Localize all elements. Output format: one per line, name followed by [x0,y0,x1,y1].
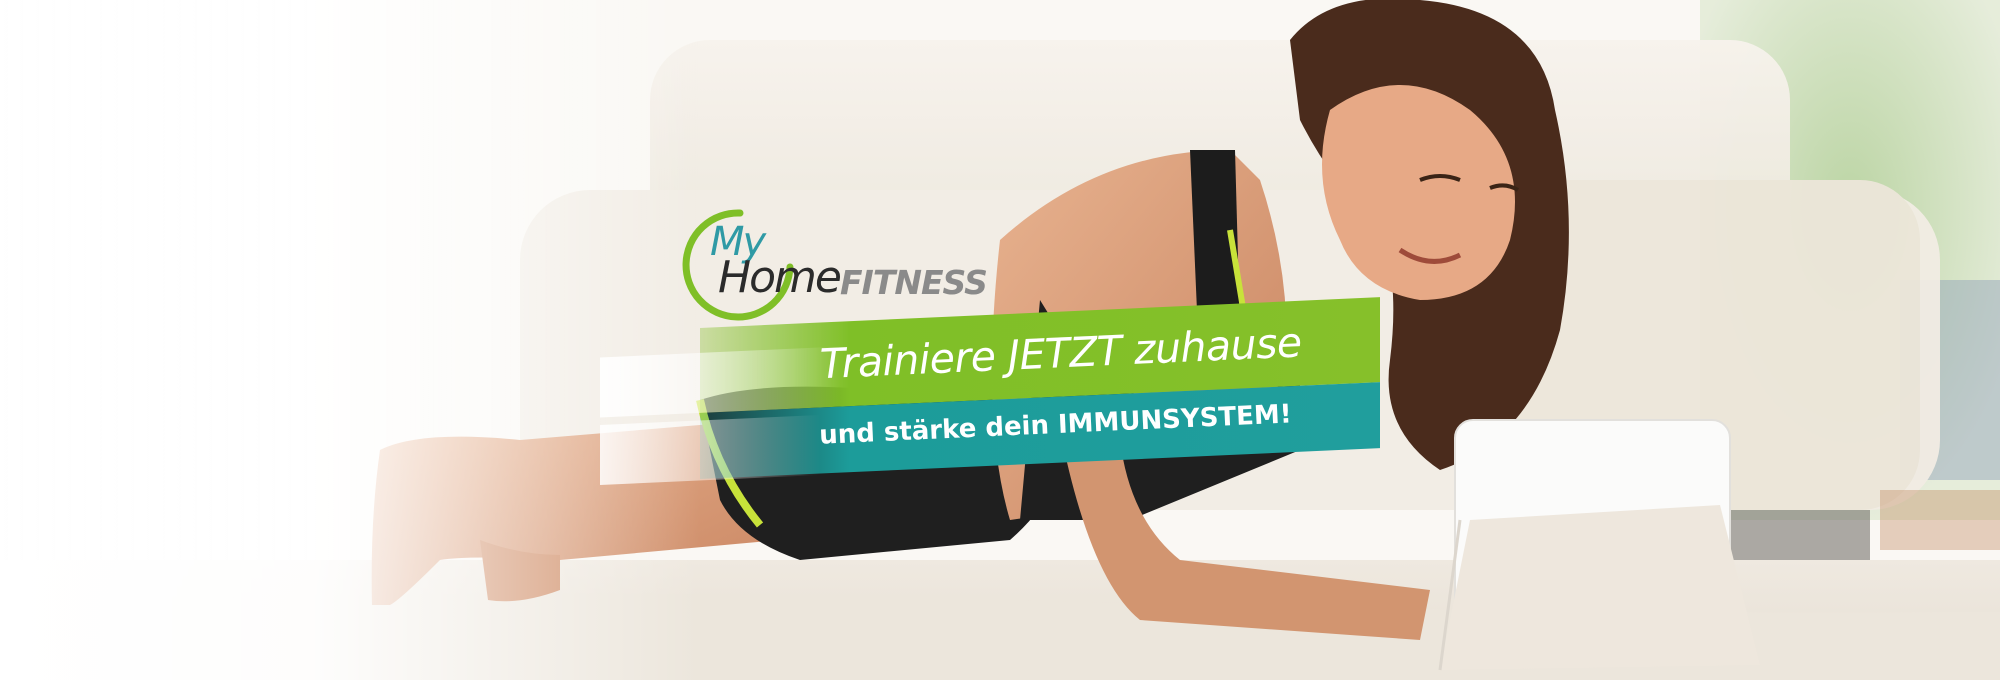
myhomefitness-logo: My Home FITNESS [680,205,1010,325]
left-fade-overlay [0,0,700,680]
subline-ribbon-fade [600,415,820,485]
tablet-device [1438,419,1760,671]
logo-home-text: Home [718,252,842,303]
hero-banner: My Home FITNESS Trainiere JETZT zuhause … [0,0,2000,680]
logo-fitness-text: FITNESS [840,263,988,302]
